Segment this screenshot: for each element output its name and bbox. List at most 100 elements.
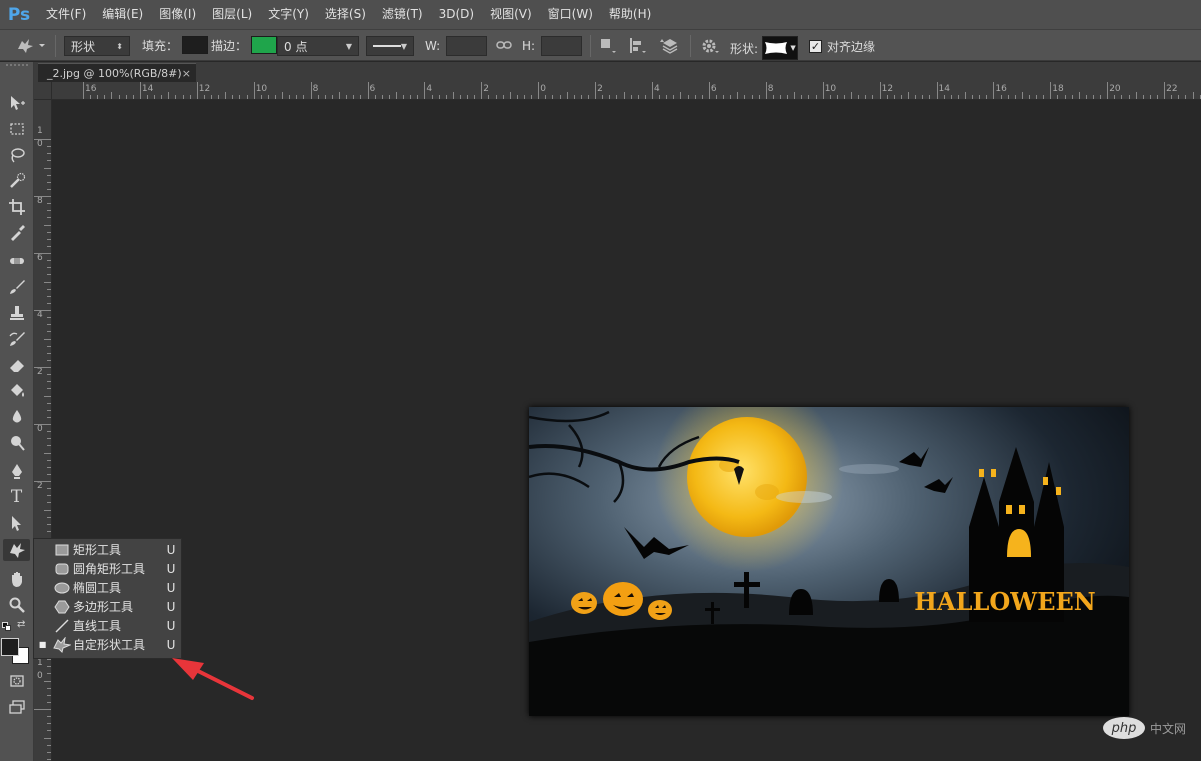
menu-edit[interactable]: 编辑(E) xyxy=(94,0,151,29)
eyedropper-tool[interactable] xyxy=(3,222,30,244)
ruler-label: 2 xyxy=(483,84,490,94)
flyout-item-rectangle[interactable]: 矩形工具 U xyxy=(34,540,181,559)
document-tab[interactable]: _2.jpg @ 100%(RGB/8#) × xyxy=(38,63,196,82)
width-input[interactable] xyxy=(446,36,488,56)
menu-filter[interactable]: 滤镜(T) xyxy=(374,0,431,29)
menu-type[interactable]: 文字(Y) xyxy=(260,0,317,29)
menu-file[interactable]: 文件(F) xyxy=(38,0,94,29)
stroke-width-input[interactable]: 0 点 ▼ xyxy=(277,36,359,56)
history-brush-tool[interactable] xyxy=(3,328,30,350)
stroke-label: 描边： xyxy=(211,38,248,53)
ruler-minor-tick xyxy=(303,95,305,99)
watermark: php 中文网 xyxy=(1103,717,1186,739)
default-colors-icon[interactable] xyxy=(2,622,12,632)
quick-select-tool[interactable] xyxy=(3,170,30,192)
gear-icon[interactable] xyxy=(700,37,720,55)
ruler-minor-tick xyxy=(865,95,867,99)
screen-mode-button[interactable] xyxy=(3,696,30,718)
ruler-minor-tick xyxy=(395,92,397,99)
flyout-item-polygon[interactable]: 多边形工具 U xyxy=(34,597,181,616)
shortcut-key: U xyxy=(166,618,176,633)
horizontal-ruler[interactable]: 16 14 12 10 8 6 4 2 0 2 4 6 8 10 12 14 16 18 20 22 xyxy=(52,82,1201,100)
quick-mask-button[interactable] xyxy=(3,670,30,692)
path-operations-icon[interactable] xyxy=(599,37,617,55)
menu-layer[interactable]: 图层(L) xyxy=(204,0,260,29)
link-wh-icon[interactable] xyxy=(496,38,512,52)
ruler-tick xyxy=(34,709,51,710)
ruler-minor-tick xyxy=(694,95,696,99)
mode-select[interactable]: 形状 ⬍ xyxy=(64,36,130,56)
pen-tool[interactable] xyxy=(3,460,30,482)
history-brush-icon xyxy=(8,332,25,346)
ruler-minor-tick xyxy=(353,95,355,99)
ruler-major-tick xyxy=(310,82,312,99)
ruler-label: 16 xyxy=(995,84,1007,94)
flyout-item-line[interactable]: 直线工具 U xyxy=(34,616,181,635)
menu-view[interactable]: 视图(V) xyxy=(482,0,540,29)
menu-help[interactable]: 帮助(H) xyxy=(601,0,659,29)
zoom-tool[interactable] xyxy=(3,594,30,616)
ruler-minor-tick xyxy=(125,95,127,99)
ruler-minor-tick xyxy=(218,95,220,99)
flyout-item-ellipse[interactable]: 椭圆工具 U xyxy=(34,578,181,597)
brush-tool[interactable] xyxy=(3,276,30,298)
foreground-color-swatch[interactable] xyxy=(1,638,19,656)
ruler-minor-tick xyxy=(360,95,362,99)
eraser-tool[interactable] xyxy=(3,354,30,376)
ruler-label: 4 xyxy=(37,310,43,320)
ruler-minor-tick xyxy=(972,95,974,99)
ruler-tick xyxy=(34,139,51,140)
path-alignment-icon[interactable] xyxy=(628,37,648,55)
menu-window[interactable]: 窗口(W) xyxy=(540,0,601,29)
height-input[interactable] xyxy=(541,36,583,56)
flyout-item-custom-shape[interactable]: ■ 自定形状工具 U xyxy=(34,635,181,654)
height-label: H: xyxy=(522,39,536,53)
vertical-ruler[interactable]: 1086420246810 xyxy=(34,82,52,761)
dodge-tool[interactable] xyxy=(3,432,30,454)
menu-image[interactable]: 图像(I) xyxy=(151,0,204,29)
blur-tool[interactable] xyxy=(3,406,30,428)
menu-select[interactable]: 选择(S) xyxy=(317,0,374,29)
move-tool[interactable] xyxy=(3,92,30,114)
ruler-tick xyxy=(47,374,51,376)
stroke-type-select[interactable]: ▼ xyxy=(366,36,414,56)
flyout-item-rounded-rectangle[interactable]: 圆角矩形工具 U xyxy=(34,559,181,578)
hand-tool[interactable] xyxy=(3,568,30,590)
spot-healing-tool[interactable] xyxy=(3,250,30,272)
stroke-line-preview xyxy=(373,45,401,47)
path-select-arrow-icon xyxy=(11,516,21,531)
ruler-minor-tick xyxy=(104,95,106,99)
path-arrangement-icon[interactable] xyxy=(659,37,681,55)
crop-tool[interactable] xyxy=(3,196,30,218)
ruler-minor-tick xyxy=(154,95,156,99)
shape-picker[interactable]: ▼ xyxy=(762,36,799,60)
tool-preset-picker[interactable] xyxy=(14,35,46,55)
stroke-swatch[interactable] xyxy=(251,36,278,54)
close-icon[interactable]: × xyxy=(182,64,191,83)
paint-bucket-tool[interactable] xyxy=(3,380,30,402)
ruler-minor-tick xyxy=(203,95,205,99)
fill-swatch[interactable] xyxy=(182,36,209,54)
polygon-icon xyxy=(51,597,73,616)
brush-icon xyxy=(9,280,25,294)
ruler-tick xyxy=(47,146,51,148)
ruler-minor-tick xyxy=(452,92,454,99)
stroke-width-value: 0 点 xyxy=(284,39,308,54)
align-edges-checkbox[interactable]: ✓ 对齐边缘 xyxy=(809,38,875,55)
move-icon xyxy=(10,96,25,110)
ruler-minor-tick xyxy=(723,95,725,99)
ruler-origin[interactable] xyxy=(34,82,52,100)
marquee-tool[interactable] xyxy=(3,118,30,140)
clone-stamp-tool[interactable] xyxy=(3,302,30,324)
swap-colors-icon[interactable]: ⇄ xyxy=(17,619,25,630)
ruler-minor-tick xyxy=(1078,92,1080,99)
type-tool[interactable]: T xyxy=(3,486,30,508)
panel-grip[interactable] xyxy=(6,64,28,72)
custom-shape-icon xyxy=(51,635,73,654)
custom-shape-tool[interactable] xyxy=(3,539,30,561)
path-selection-tool[interactable] xyxy=(3,512,30,534)
lasso-tool[interactable] xyxy=(3,144,30,166)
ruler-minor-tick xyxy=(580,95,582,99)
menu-3d[interactable]: 3D(D) xyxy=(431,0,482,29)
ruler-tick xyxy=(47,438,51,440)
